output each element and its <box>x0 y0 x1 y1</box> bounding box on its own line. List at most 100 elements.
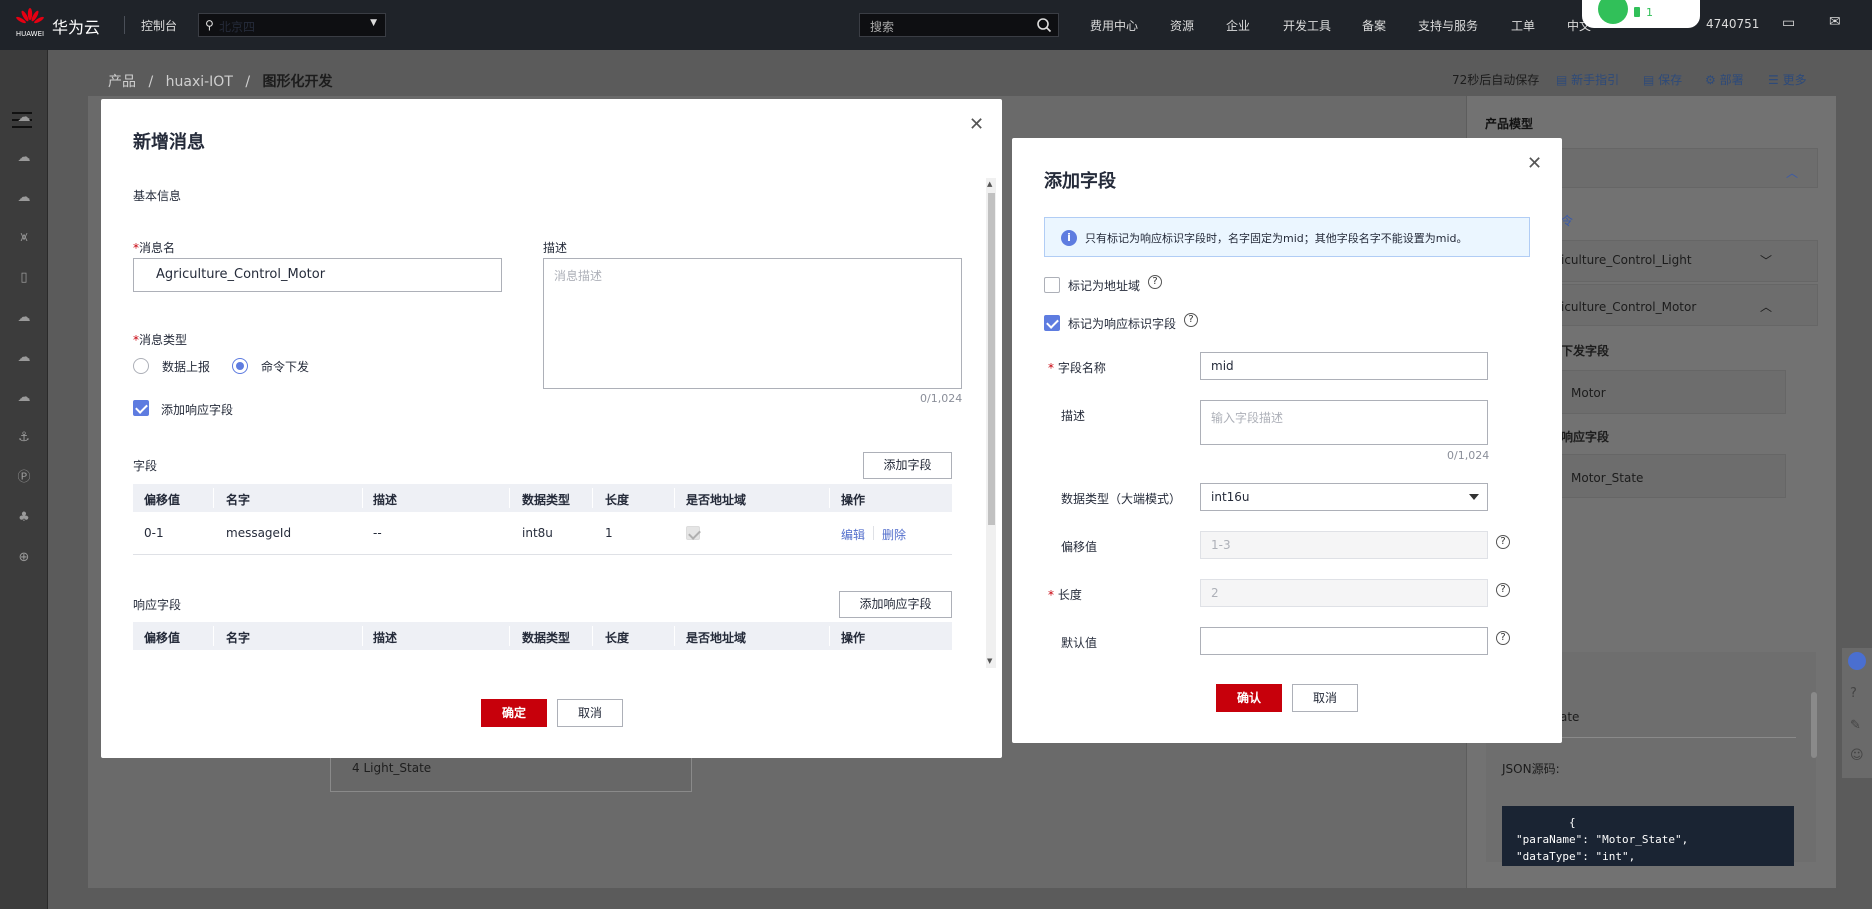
mail-icon[interactable]: ✉ <box>1829 14 1841 30</box>
breadcrumb-products[interactable]: 产品 <box>108 74 136 90</box>
panel-scrollbar[interactable] <box>1811 692 1817 758</box>
col-length: 长度 <box>605 631 630 645</box>
col-type: 数据类型 <box>522 631 571 645</box>
add-response-label[interactable]: 添加响应字段 <box>161 401 233 418</box>
message-name-input[interactable]: Agriculture_Control_Motor <box>133 258 502 292</box>
add-message-dialog <box>101 99 1002 758</box>
cancel-button[interactable]: 取消 <box>557 699 623 727</box>
cloud-compute-icon[interactable]: ☁ <box>14 148 34 168</box>
radio-command-send-label[interactable]: 命令下发 <box>261 358 309 375</box>
feedback-icon[interactable]: ☺ <box>1850 748 1864 763</box>
ok-button[interactable]: 确定 <box>481 699 547 727</box>
description-textarea[interactable]: 消息描述 <box>543 258 962 389</box>
scroll-down-icon[interactable]: ▼ <box>987 657 992 665</box>
field-name-label-text: 字段名称 <box>1057 361 1106 375</box>
mark-response-label[interactable]: 标记为响应标识字段 <box>1068 315 1176 332</box>
guide-link[interactable]: ▤ 新手指引 <box>1556 71 1619 88</box>
confirm-button[interactable]: 确认 <box>1216 684 1282 712</box>
field-name-input[interactable]: mid <box>1200 352 1488 380</box>
add-resp-field-button[interactable]: 添加响应字段 <box>839 591 952 618</box>
search-icon[interactable] <box>1036 17 1052 33</box>
col-divider <box>592 626 593 646</box>
data-type-select[interactable]: int16u <box>1200 483 1488 511</box>
help-icon[interactable]: ? <box>1850 686 1857 701</box>
col-is-address: 是否地址域 <box>686 493 747 507</box>
nav-support[interactable]: 支持与服务 <box>1418 17 1478 34</box>
description-label: 描述 <box>543 241 568 255</box>
field-desc-textarea[interactable]: 输入字段描述 <box>1200 400 1488 445</box>
length-label: * 长度 <box>1048 586 1082 603</box>
mark-address-label[interactable]: 标记为地址域 <box>1068 277 1140 294</box>
resp-table-header: 偏移值 名字 描述 数据类型 长度 是否地址域 操作 <box>133 622 952 650</box>
radio-data-report-label[interactable]: 数据上报 <box>162 358 210 375</box>
nav-resources[interactable]: 资源 <box>1170 17 1194 34</box>
default-value-input[interactable] <box>1200 627 1488 655</box>
account-name[interactable]: 4740751 <box>1706 17 1759 31</box>
device-icon[interactable]: ▯ <box>14 268 34 288</box>
mark-address-checkbox[interactable] <box>1044 277 1060 293</box>
nav-filing[interactable]: 备案 <box>1362 17 1386 34</box>
add-response-checkbox[interactable] <box>133 400 149 416</box>
nav-tickets[interactable]: 工单 <box>1511 17 1535 34</box>
table-row: 0-1 messageId -- int8u 1 编辑 删除 <box>133 512 952 554</box>
radio-command-send[interactable] <box>232 358 248 374</box>
fields-table-header: 偏移值 名字 描述 数据类型 长度 是否地址域 操作 <box>133 484 952 512</box>
chevron-down-icon[interactable] <box>1469 494 1479 500</box>
col-divider <box>362 488 363 508</box>
cloud-icon[interactable]: ☁ <box>14 308 34 328</box>
help-icon[interactable]: ? <box>1148 275 1162 289</box>
bridge-icon[interactable]: ⩙ <box>14 228 34 248</box>
chevron-up-icon[interactable]: ︿ <box>1760 298 1772 315</box>
breadcrumb-product[interactable]: huaxi-IOT <box>166 74 233 90</box>
nav-billing[interactable]: 费用中心 <box>1090 17 1138 34</box>
save-link[interactable]: ▤ 保存 <box>1643 71 1682 88</box>
cloud-upload-icon[interactable]: ☁ <box>14 348 34 368</box>
cell-length: 1 <box>605 526 613 540</box>
col-divider <box>829 626 830 646</box>
chevron-down-icon: ▼ <box>370 18 377 28</box>
huawei-logo[interactable]: HUAWEI <box>10 8 50 42</box>
cloud-settings-icon[interactable]: ☁ <box>14 388 34 408</box>
delete-link[interactable]: 删除 <box>882 526 906 543</box>
field-motor-state-label: Motor_State <box>1571 471 1644 485</box>
help-icon[interactable]: ? <box>1496 631 1510 645</box>
search-input[interactable]: 搜索 <box>859 13 1059 37</box>
deploy-link[interactable]: ⚙ 部署 <box>1705 71 1744 88</box>
anchor-icon[interactable]: ⚓ <box>14 428 34 448</box>
headset-icon[interactable] <box>1848 652 1866 670</box>
chevron-up-icon[interactable]: ︿ <box>1786 164 1798 181</box>
help-icon[interactable]: ? <box>1496 583 1510 597</box>
close-icon[interactable]: ✕ <box>1527 153 1542 174</box>
scroll-up-icon[interactable]: ▲ <box>987 180 992 188</box>
battery-icon <box>1634 7 1640 17</box>
cancel-button[interactable]: 取消 <box>1292 684 1358 712</box>
globe-icon[interactable]: ⊕ <box>14 548 34 568</box>
console-link[interactable]: 控制台 <box>141 17 177 34</box>
col-offset: 偏移值 <box>144 493 181 507</box>
cluster-icon[interactable]: ♣ <box>14 508 34 528</box>
dialog-scroll-thumb[interactable] <box>988 193 995 525</box>
chevron-down-icon[interactable]: ﹀ <box>1760 252 1772 269</box>
left-sidebar: ☁ ☁ ☁ ⩙ ▯ ☁ ☁ ☁ ⚓ Ⓟ ♣ ⊕ <box>0 50 48 909</box>
cloud-server-icon[interactable]: ☁ <box>14 188 34 208</box>
help-icon[interactable]: ? <box>1496 535 1510 549</box>
ip-icon[interactable]: Ⓟ <box>14 468 34 488</box>
edit-link[interactable]: 编辑 <box>841 526 865 543</box>
more-link[interactable]: ☰ 更多 <box>1768 71 1807 88</box>
cloud-service-icon[interactable]: ☁ <box>14 108 34 128</box>
radio-data-report[interactable] <box>133 358 149 374</box>
terminal-icon[interactable]: ▭ <box>1782 15 1795 31</box>
add-field-button[interactable]: 添加字段 <box>863 452 952 479</box>
region-selector[interactable]: ⚲ 北京四 ▼ <box>198 13 386 37</box>
col-name: 名字 <box>226 631 251 645</box>
close-icon[interactable]: ✕ <box>969 114 984 135</box>
brand-name[interactable]: 华为云 <box>52 14 100 38</box>
breadcrumb-sep: / <box>245 74 251 90</box>
edit-icon[interactable]: ✎ <box>1850 718 1861 733</box>
field-motor-label: Motor <box>1571 386 1606 400</box>
help-icon[interactable]: ? <box>1184 313 1198 327</box>
nav-devtools[interactable]: 开发工具 <box>1283 17 1331 34</box>
mark-response-checkbox[interactable] <box>1044 315 1060 331</box>
canvas-node-label: 4 Light_State <box>352 761 432 775</box>
nav-enterprise[interactable]: 企业 <box>1226 17 1250 34</box>
